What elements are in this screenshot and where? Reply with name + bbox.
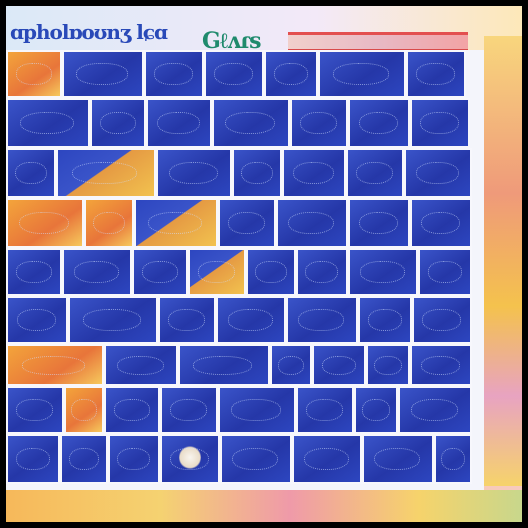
artwork-tile (60, 434, 108, 484)
artwork-tile (348, 198, 410, 248)
artwork-tile (62, 248, 132, 296)
artwork-tile (204, 50, 264, 98)
artwork-tile (6, 386, 64, 434)
artwork-tile (160, 434, 220, 484)
artwork-tile (6, 198, 84, 248)
artwork-tile (412, 296, 472, 344)
artwork-tile (296, 248, 348, 296)
tile-grid (6, 50, 484, 490)
decorative-banner (288, 32, 468, 51)
artwork-tile (64, 386, 104, 434)
artwork-tile (108, 434, 160, 484)
artwork-tile (296, 386, 354, 434)
artwork-tile (282, 148, 346, 198)
artwork-tile (68, 296, 158, 344)
artwork-tile (6, 98, 90, 148)
artwork-tile (346, 148, 404, 198)
decorative-bottom-strip (6, 490, 522, 522)
artwork-tile (318, 50, 406, 98)
artwork-tile (312, 344, 366, 386)
artwork-tile (6, 344, 104, 386)
artwork-tile (218, 198, 276, 248)
artwork-tile (264, 50, 318, 98)
artwork-tile (362, 434, 434, 484)
artwork-tile (290, 98, 348, 148)
artwork-tile (188, 248, 246, 296)
artwork-tile (276, 198, 348, 248)
artwork-tile (62, 50, 144, 98)
artwork-tile (156, 148, 232, 198)
poster-header: ɑpholɒoʊnʒ lɕɑ Gℓʌɾs (6, 6, 522, 54)
artwork-tile (146, 98, 212, 148)
artwork-tile (434, 434, 472, 484)
artwork-tile (398, 386, 472, 434)
artwork-tile (144, 50, 204, 98)
artwork-tile (84, 198, 134, 248)
poster-title: ɑpholɒoʊnʒ lɕɑ (10, 20, 168, 44)
artwork-tile (270, 344, 312, 386)
artwork-tile (418, 248, 472, 296)
artwork-tile (220, 434, 292, 484)
artwork-tile (6, 50, 62, 98)
artwork-tile (134, 198, 218, 248)
artwork-tile (286, 296, 358, 344)
artwork-tile (212, 98, 290, 148)
artwork-tile (348, 98, 410, 148)
artwork-tile (410, 98, 470, 148)
artwork-tile (6, 148, 56, 198)
artwork-tile (410, 198, 472, 248)
decorative-side-strip (484, 36, 522, 486)
poster: ɑpholɒoʊnʒ lɕɑ Gℓʌɾs (6, 6, 522, 522)
artwork-tile (410, 344, 472, 386)
artwork-tile (232, 148, 282, 198)
artwork-tile (358, 296, 412, 344)
artwork-tile (104, 344, 178, 386)
artwork-tile (354, 386, 398, 434)
artwork-tile (160, 386, 218, 434)
artwork-tile (104, 386, 160, 434)
artwork-tile (6, 434, 60, 484)
artwork-tile (132, 248, 188, 296)
artwork-tile (366, 344, 410, 386)
artwork-tile (218, 386, 296, 434)
artwork-tile (178, 344, 270, 386)
artwork-tile (216, 296, 286, 344)
artwork-tile (6, 248, 62, 296)
artwork-tile (56, 148, 156, 198)
artwork-tile (404, 148, 472, 198)
artwork-tile (6, 296, 68, 344)
artwork-tile (246, 248, 296, 296)
artwork-tile (158, 296, 216, 344)
artwork-tile (406, 50, 466, 98)
artwork-tile (292, 434, 362, 484)
artwork-tile (348, 248, 418, 296)
artwork-tile (90, 98, 146, 148)
